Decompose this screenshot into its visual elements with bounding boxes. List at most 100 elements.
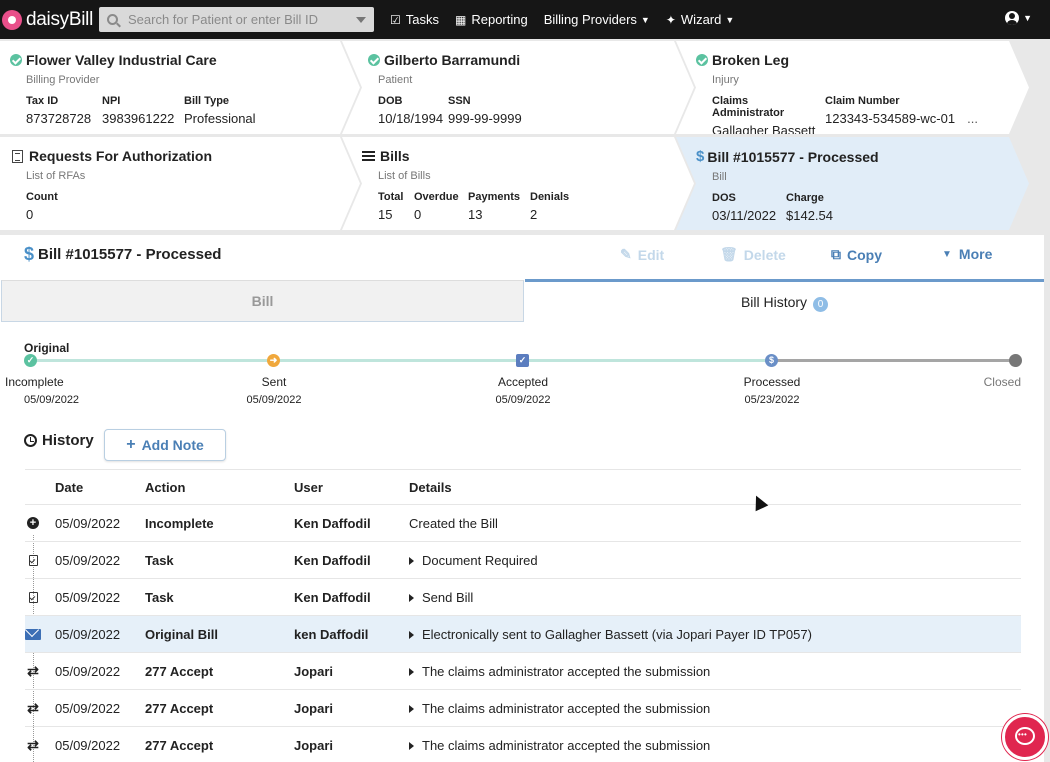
field-value: Professional [184, 111, 256, 126]
field-value: 2 [530, 207, 538, 222]
card-patient[interactable]: Gilberto Barramundi Patient DOB 10/18/199… [342, 41, 694, 134]
row-details-toggle[interactable]: The claims administrator accepted the su… [409, 701, 710, 716]
row-user: Jopari [294, 700, 334, 716]
row-user: Ken Daffodil [294, 589, 371, 605]
nav-wizard[interactable]: ✦ Wizard ▼ [666, 12, 734, 27]
row-date: 05/09/2022 [55, 663, 121, 679]
dollar-icon: $ [24, 244, 35, 264]
row-details-toggle[interactable]: Document Required [409, 553, 538, 568]
table-row[interactable]: + 05/09/2022 Incomplete Ken Daffodil Cre… [25, 504, 1021, 541]
row-icon [25, 628, 41, 640]
card-injury[interactable]: Broken Leg Injury Claims Administrator Ga… [676, 41, 1029, 134]
row-details-toggle[interactable]: The claims administrator accepted the su… [409, 738, 710, 753]
table-row[interactable]: ⇄ 05/09/2022 277 Accept Jopari The claim… [25, 689, 1021, 726]
caret-right-icon [409, 705, 414, 714]
row-details: The claims administrator accepted the su… [422, 737, 711, 753]
row-action: 277 Accept [145, 663, 214, 679]
chevron-down-icon: ▼ [640, 14, 650, 25]
history-title: History [42, 432, 94, 449]
delete-button[interactable]: 🗑 Delete [720, 246, 786, 263]
chat-bubble-icon [1015, 727, 1035, 745]
user-menu[interactable]: ▼ [1005, 11, 1032, 25]
table-row[interactable]: ⇄ 05/09/2022 277 Accept Jopari The claim… [25, 652, 1021, 689]
card-bills[interactable]: Bills List of Bills Total 15 Overdue 0 Pay… [342, 137, 694, 230]
nav-billing-providers[interactable]: Billing Providers ▼ [544, 12, 650, 27]
table-row[interactable]: ⇄ 05/09/2022 277 Accept Jopari The claim… [25, 726, 1021, 762]
field-value: 0 [26, 207, 34, 222]
copy-icon: ⧉ [831, 246, 841, 262]
row-details-toggle[interactable]: The claims administrator accepted the su… [409, 664, 710, 679]
caret-right-icon [409, 594, 414, 603]
card-subtitle: Patient [378, 74, 413, 86]
scrollbar[interactable] [1044, 39, 1050, 762]
table-row[interactable]: 05/09/2022 Original Bill ken Daffodil El… [25, 615, 1021, 652]
search-input[interactable]: Search for Patient or enter Bill ID [99, 7, 374, 32]
tab-bill-history[interactable]: Bill History 0 [525, 279, 1044, 322]
add-note-button[interactable]: + Add Note [104, 429, 226, 461]
dollar-icon: $ [696, 148, 705, 165]
row-date: 05/09/2022 [55, 515, 121, 531]
clipboard-check-icon [28, 554, 38, 566]
card-billing-provider[interactable]: Flower Valley Industrial Care Billing Pr… [0, 41, 360, 134]
context-cards: Flower Valley Industrial Care Billing Pr… [0, 39, 1050, 235]
more-button[interactable]: ▼ More [942, 246, 992, 262]
row-icon [25, 554, 41, 566]
top-navbar: daisyBill Search for Patient or enter Bi… [0, 0, 1050, 39]
caret-right-icon [409, 668, 414, 677]
timeline-pending-line [773, 359, 1015, 362]
field-value: $142.54 [786, 208, 833, 223]
field-label: DOB [378, 95, 403, 107]
table-row[interactable]: 05/09/2022 Task Ken Daffodil Send Bill [25, 578, 1021, 615]
field-value: Gallagher Bassett [712, 123, 816, 138]
tab-bill[interactable]: Bill [1, 280, 524, 322]
card-title: Broken Leg [712, 52, 790, 68]
field-value: 15 [378, 207, 393, 222]
row-date: 05/09/2022 [55, 737, 121, 753]
pending-dot-icon [1009, 354, 1022, 367]
table-row[interactable]: 05/09/2022 Task Ken Daffodil Document Re… [25, 541, 1021, 578]
check-circle-icon [10, 54, 22, 66]
chat-button[interactable] [1002, 714, 1048, 760]
step-sent-date: 05/09/2022 [246, 394, 302, 406]
nav-billing-providers-label: Billing Providers [543, 12, 637, 27]
chevron-down-icon[interactable] [356, 16, 366, 23]
nav-reporting[interactable]: ▦ Reporting [455, 12, 528, 27]
row-details-toggle[interactable]: Send Bill [409, 590, 473, 605]
exchange-icon: ⇄ [27, 737, 39, 753]
history-icon [24, 434, 37, 447]
field-value: 03/11/2022 [712, 208, 777, 223]
overflow-ellipsis[interactable]: ... [967, 111, 978, 126]
row-details-toggle[interactable]: Electronically sent to Gallagher Bassett… [409, 627, 812, 642]
copy-button[interactable]: ⧉ Copy [831, 246, 882, 263]
clipboard-check-icon: ☑ [390, 12, 401, 27]
nav-tasks[interactable]: ☑ Tasks [390, 12, 439, 27]
row-date: 05/09/2022 [55, 589, 121, 605]
check-circle-icon: ✓ [24, 354, 37, 367]
history-table: Date Action User Details + 05/09/2022 In… [25, 469, 1021, 762]
timeline-progress-line [31, 359, 773, 362]
caret-right-icon [409, 742, 414, 751]
column-header: Details [409, 479, 452, 495]
card-subtitle: List of Bills [378, 170, 431, 182]
step-accepted-name: Accepted [497, 375, 549, 389]
step-processed-date: 05/23/2022 [744, 394, 800, 406]
chevron-down-icon: ▼ [725, 14, 735, 25]
field-value: 999-99-9999 [448, 111, 522, 126]
card-current-bill[interactable]: $ Bill #1015577 - Processed Bill DOS 03/11… [676, 137, 1029, 230]
brand-logo[interactable]: daisyBill [2, 9, 99, 31]
step-incomplete-date: 05/09/2022 [24, 394, 80, 406]
step-sent-name: Sent [261, 375, 287, 389]
search-placeholder: Search for Patient or enter Bill ID [128, 12, 319, 27]
row-details: The claims administrator accepted the su… [422, 700, 711, 716]
arrow-right-circle-icon: ➜ [267, 354, 280, 367]
document-list-icon [12, 150, 23, 163]
trash-icon: 🗑 [720, 246, 738, 262]
row-details: Created the Bill [409, 515, 498, 531]
row-user: Ken Daffodil [294, 552, 371, 568]
step-incomplete-name: Incomplete [5, 375, 64, 389]
card-title: Bills [380, 148, 410, 164]
row-date: 05/09/2022 [55, 552, 121, 568]
row-details: Document Required [422, 552, 538, 568]
card-rfas[interactable]: Requests For Authorization List of RFAs … [0, 137, 360, 230]
edit-button[interactable]: ✎ Edit [620, 246, 664, 263]
